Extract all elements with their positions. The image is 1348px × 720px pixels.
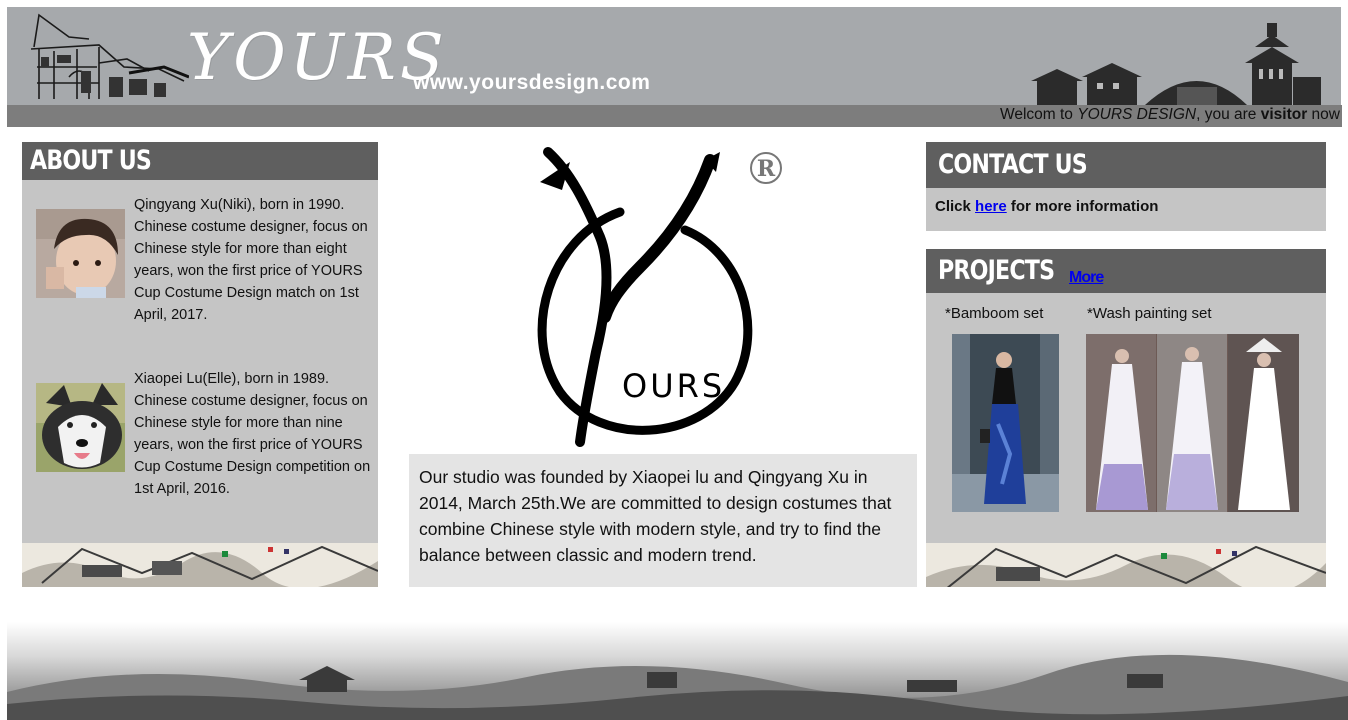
designer-photo-elle xyxy=(36,383,125,472)
projects-title: PROJECTS More xyxy=(926,249,1326,293)
site-url: www.yoursdesign.com xyxy=(413,71,651,94)
about-panel: ABOUT US Qingyang Xu(Niki), born in 1990… xyxy=(22,142,378,587)
welcome-role: visitor xyxy=(1260,106,1308,123)
welcome-message: Welcom to YOURS DESIGN, you are visitor … xyxy=(1000,106,1340,123)
designer-photo-niki xyxy=(36,209,125,298)
studio-intro: Our studio was founded by Xiaopei lu and… xyxy=(409,454,917,587)
ink-village-strip xyxy=(22,543,378,587)
designer-bio-elle: Xiaopei Lu(Elle), born in 1989. Chinese … xyxy=(134,371,371,497)
footer-landscape-painting xyxy=(7,622,1348,720)
site-header: YOURS www.yoursdesign.com xyxy=(7,7,1341,105)
project-image-wash-painting[interactable] xyxy=(1086,334,1299,512)
contact-title: CONTACT US xyxy=(926,142,1326,188)
project-image-bamboom[interactable] xyxy=(952,334,1059,512)
projects-panel: PROJECTS More *Bamboom set *Wash paintin… xyxy=(926,249,1326,587)
pagoda-skyline-illustration xyxy=(1031,23,1321,105)
projects-more-link[interactable]: More xyxy=(1069,269,1104,287)
brand-logo-text: YOURS xyxy=(187,21,448,95)
ancient-architecture-illustration xyxy=(30,13,189,99)
welcome-bar: Welcom to YOURS DESIGN, you are visitor … xyxy=(7,105,1342,127)
contact-here-link[interactable]: here xyxy=(975,198,1007,215)
contact-panel: CONTACT US Click here for more informati… xyxy=(926,142,1326,231)
yours-logo: R OURS xyxy=(510,142,800,452)
studio-intro-text: Our studio was founded by Xiaopei lu and… xyxy=(419,467,892,565)
welcome-brand: YOURS DESIGN xyxy=(1077,106,1197,123)
about-title: ABOUT US xyxy=(22,142,378,180)
svg-text:R: R xyxy=(757,156,776,182)
project-label-wash-painting: *Wash painting set xyxy=(1087,305,1212,322)
logo-ours-text: OURS xyxy=(622,367,725,405)
contact-line: Click here for more information xyxy=(935,198,1159,215)
designer-bio-niki: Qingyang Xu(Niki), born in 1990. Chinese… xyxy=(134,197,368,323)
project-label-bamboom: *Bamboom set xyxy=(945,305,1044,322)
ink-village-strip-right xyxy=(926,543,1326,587)
